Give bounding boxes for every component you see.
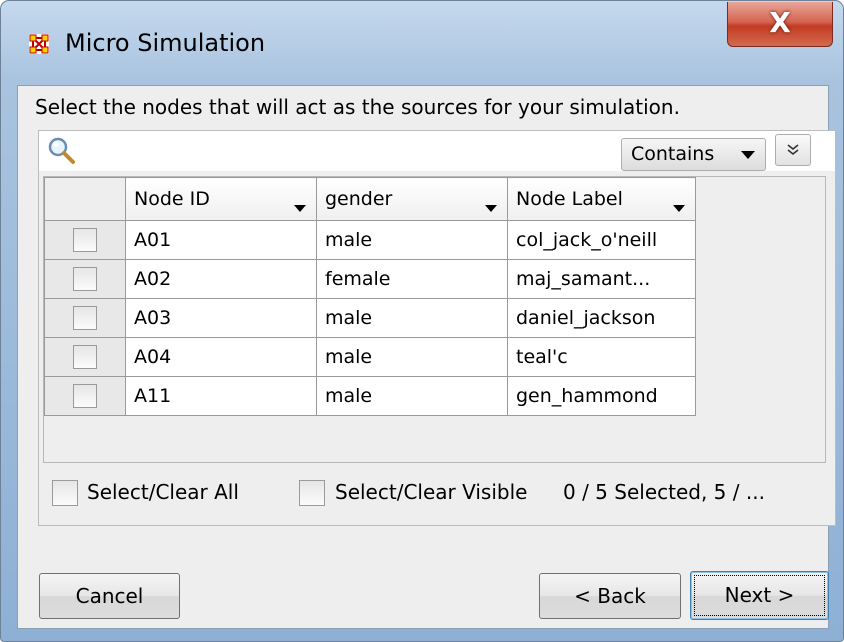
search-input[interactable] <box>83 135 615 169</box>
table-row: A02 female maj_samant... <box>44 259 696 299</box>
close-button[interactable]: X <box>727 2 833 47</box>
chevron-down-icon <box>741 151 755 159</box>
table-row: A11 male gen_hammond <box>44 376 696 416</box>
network-nodes-icon <box>29 34 49 54</box>
dialog-content: Select the nodes that will act as the so… <box>17 85 836 629</box>
row-checkbox[interactable] <box>73 306 97 330</box>
node-table-area: Node ID gender Node Label A01 male col_j… <box>43 176 826 463</box>
instruction-text: Select the nodes that will act as the so… <box>35 95 680 119</box>
dialog-window: Micro Simulation X Select the nodes that… <box>0 0 844 642</box>
window-title: Micro Simulation <box>65 29 266 57</box>
title-bar[interactable]: Micro Simulation X <box>1 1 843 85</box>
sort-caret-icon <box>485 205 497 212</box>
node-selection-panel: Contains Node ID gender Node Label A01 m… <box>38 130 836 526</box>
magnifier-icon[interactable] <box>47 136 77 166</box>
row-checkbox[interactable] <box>73 267 97 291</box>
cell-node-id: A02 <box>125 259 317 299</box>
cell-gender: male <box>316 220 508 260</box>
cell-node-label: maj_samant... <box>507 259 696 299</box>
cell-node-id: A04 <box>125 337 317 377</box>
table-header-row: Node ID gender Node Label <box>44 177 696 221</box>
cell-node-id: A11 <box>125 376 317 416</box>
cancel-button[interactable]: Cancel <box>39 573 180 619</box>
back-button[interactable]: < Back <box>539 573 681 619</box>
row-checkbox-cell <box>44 298 126 338</box>
table-row: A01 male col_jack_o'neill <box>44 220 696 260</box>
select-visible-label[interactable]: Select/Clear Visible <box>335 480 527 504</box>
filter-mode-label: Contains <box>631 143 715 165</box>
cell-gender: male <box>316 376 508 416</box>
next-button[interactable]: Next > <box>690 571 829 620</box>
checkbox-column-header <box>44 177 126 221</box>
double-chevron-down-icon <box>787 144 799 156</box>
row-checkbox[interactable] <box>73 228 97 252</box>
table-row: A04 male teal'c <box>44 337 696 377</box>
row-checkbox-cell <box>44 220 126 260</box>
column-header-label: gender <box>325 188 393 210</box>
cell-node-id: A01 <box>125 220 317 260</box>
cell-gender: female <box>316 259 508 299</box>
column-header-gender[interactable]: gender <box>316 177 508 221</box>
cell-gender: male <box>316 298 508 338</box>
cell-node-label: daniel_jackson <box>507 298 696 338</box>
row-checkbox-cell <box>44 337 126 377</box>
table-row: A03 male daniel_jackson <box>44 298 696 338</box>
cell-gender: male <box>316 337 508 377</box>
selection-status: 0 / 5 Selected, 5 / ... <box>563 480 765 504</box>
sort-caret-icon <box>673 205 685 212</box>
node-table: Node ID gender Node Label A01 male col_j… <box>44 177 696 416</box>
cell-node-label: teal'c <box>507 337 696 377</box>
row-checkbox[interactable] <box>73 345 97 369</box>
select-all-checkbox[interactable] <box>52 480 78 506</box>
cell-node-label: col_jack_o'neill <box>507 220 696 260</box>
column-header-label: Node ID <box>134 188 210 210</box>
sort-caret-icon <box>294 205 306 212</box>
column-header-label: Node Label <box>516 188 623 210</box>
row-checkbox-cell <box>44 376 126 416</box>
cell-node-label: gen_hammond <box>507 376 696 416</box>
expand-options-button[interactable] <box>775 134 811 166</box>
selection-footer: Select/Clear All Select/Clear Visible 0 … <box>39 476 835 516</box>
column-header-node-label[interactable]: Node Label <box>507 177 696 221</box>
next-button-label: Next > <box>724 583 795 607</box>
select-visible-checkbox[interactable] <box>299 480 325 506</box>
cell-node-id: A03 <box>125 298 317 338</box>
select-all-label[interactable]: Select/Clear All <box>87 480 239 504</box>
search-bar: Contains <box>39 131 835 171</box>
column-header-node-id[interactable]: Node ID <box>125 177 317 221</box>
row-checkbox-cell <box>44 259 126 299</box>
row-checkbox[interactable] <box>73 384 97 408</box>
filter-mode-dropdown[interactable]: Contains <box>621 138 766 171</box>
